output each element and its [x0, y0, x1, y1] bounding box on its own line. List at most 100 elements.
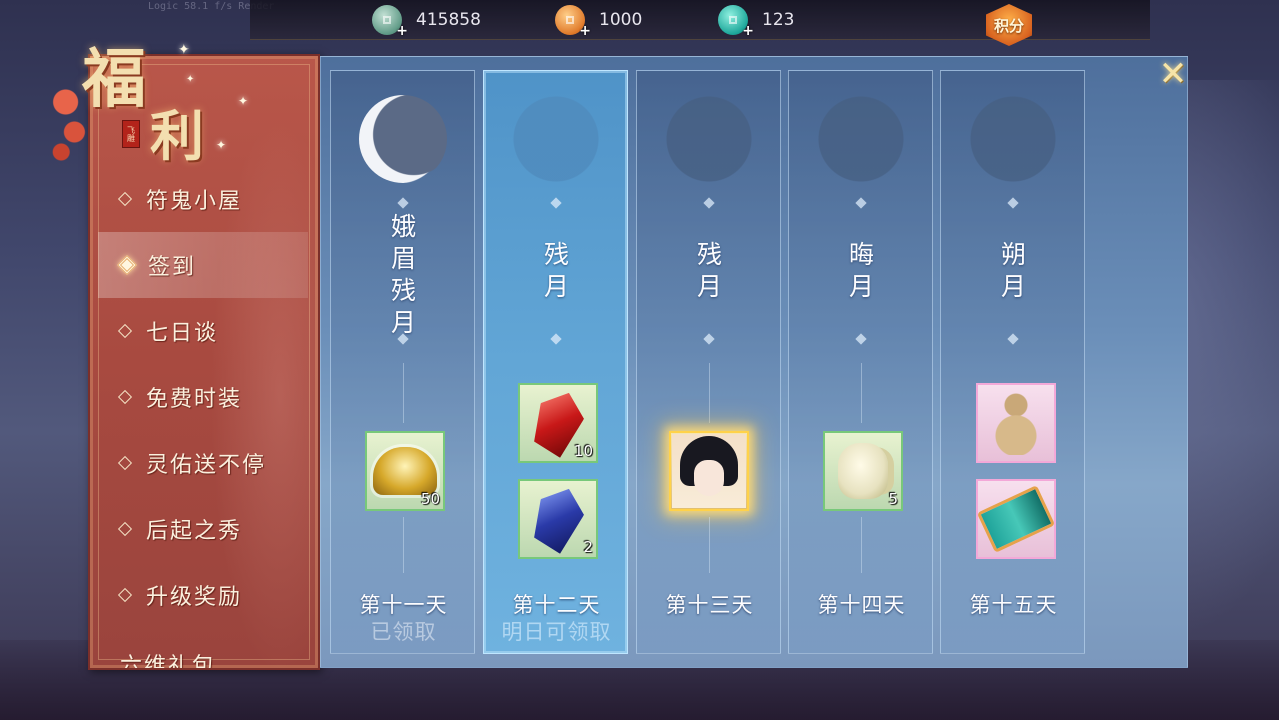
add-icon[interactable]: +	[742, 23, 754, 39]
diamond-icon	[117, 323, 133, 339]
day-card-14[interactable]: 晦 月 5 第十四天	[788, 70, 933, 654]
menu-item-rising-star[interactable]: 后起之秀	[98, 496, 308, 562]
menu-item-label: 灵佑送不停	[146, 453, 267, 478]
title-char-1: 福	[82, 42, 146, 117]
moon-phase-label: 朔 月	[941, 239, 1086, 303]
diamond-icon	[117, 389, 133, 405]
dark-moon-icon	[817, 95, 905, 183]
menu-item-level-reward[interactable]: 升级奖励	[98, 562, 308, 628]
incense-burner-icon	[373, 447, 437, 495]
gold-amount: 1000	[599, 10, 643, 30]
reward-item[interactable]: 50	[365, 431, 445, 511]
sparkle-icon: ✦	[178, 42, 190, 58]
divider-line	[403, 517, 404, 573]
teapot-icon	[838, 443, 888, 499]
diamond-icon	[117, 587, 133, 603]
diamond-icon	[117, 255, 137, 275]
crescent-moon-icon	[359, 95, 447, 183]
phase-char: 晦	[848, 240, 874, 269]
scroll-icon	[976, 485, 1056, 553]
reward-item[interactable]	[976, 479, 1056, 559]
moon-phase-label: 残 月	[637, 239, 782, 303]
reward-item[interactable]	[976, 383, 1056, 463]
menu-item-partial[interactable]: 六维礼包	[98, 628, 308, 668]
phase-char: 娥	[390, 212, 416, 241]
phase-char: 朔	[1000, 240, 1026, 269]
day-label: 第十一天	[359, 593, 448, 617]
day-card-11[interactable]: 娥 眉 残 月 50 第十一天 已领取	[330, 70, 475, 654]
jade-amount: 123	[762, 10, 795, 30]
phase-char: 残	[543, 240, 569, 269]
diamond-icon	[855, 197, 867, 209]
gold-currency[interactable]: + 1000	[555, 4, 643, 39]
day-label: 第十五天	[969, 593, 1058, 617]
add-icon[interactable]: +	[396, 23, 408, 39]
diamond-icon	[550, 333, 562, 345]
diamond-icon	[117, 521, 133, 537]
phase-char: 月	[543, 272, 569, 301]
phase-char: 眉	[390, 244, 416, 273]
claim-status: 明日可领取	[501, 620, 612, 644]
menu-item-lingyou[interactable]: 灵佑送不停	[98, 430, 308, 496]
item-quantity: 5	[888, 490, 898, 508]
diamond-icon	[397, 197, 409, 209]
day-label: 第十二天	[512, 593, 601, 617]
menu-item-seven-days[interactable]: 七日谈	[98, 298, 308, 364]
item-quantity: 10	[573, 442, 593, 460]
menu-item-free-fashion[interactable]: 免费时装	[98, 364, 308, 430]
phase-char: 月	[1000, 272, 1026, 301]
add-icon[interactable]: +	[579, 23, 591, 39]
copper-currency[interactable]: + 415858	[372, 4, 481, 39]
menu-item-label: 升级奖励	[146, 585, 243, 610]
menu-item-label: 后起之秀	[146, 519, 243, 544]
moon-phase-label: 残 月	[484, 239, 629, 303]
sparkle-icon: ✦	[238, 94, 249, 108]
phase-char: 月	[848, 272, 874, 301]
welfare-title: 福 飞雕 利 ✦ ✦ ✦ ✦	[70, 28, 248, 168]
phase-char: 残	[390, 276, 416, 305]
menu-item-label: 六维礼包	[120, 654, 217, 668]
phase-char: 残	[696, 240, 722, 269]
seal-stamp: 飞雕	[122, 120, 140, 148]
item-quantity: 2	[583, 538, 593, 556]
gourd-icon	[994, 391, 1038, 455]
day-card-15[interactable]: 朔 月 第十五天	[940, 70, 1085, 654]
divider-line	[861, 363, 862, 423]
reward-item[interactable]	[669, 431, 749, 511]
sparkle-icon: ✦	[186, 74, 195, 85]
moon-phase-label: 娥 眉 残 月	[331, 211, 476, 339]
dark-moon-icon	[969, 95, 1057, 183]
day-card-12[interactable]: 残 月 10 2 第十二天 明日可领取	[483, 70, 628, 654]
diamond-icon	[117, 455, 133, 471]
reward-item[interactable]: 10	[518, 383, 598, 463]
close-button[interactable]: ✕	[1154, 56, 1192, 92]
divider-line	[709, 363, 710, 423]
jade-currency[interactable]: + 123	[718, 4, 795, 39]
divider-line	[709, 517, 710, 573]
day-label: 第十三天	[665, 593, 754, 617]
diamond-icon	[1007, 197, 1019, 209]
diamond-icon	[703, 197, 715, 209]
reward-item[interactable]: 2	[518, 479, 598, 559]
reward-item[interactable]: 5	[823, 431, 903, 511]
claim-status: 已领取	[370, 620, 437, 644]
phase-char: 月	[696, 272, 722, 301]
menu-item-fugui-house[interactable]: 符鬼小屋	[98, 166, 308, 232]
divider-line	[403, 363, 404, 423]
menu-item-label: 免费时装	[146, 387, 243, 412]
copper-coin-icon: +	[372, 5, 408, 39]
welfare-menu: 符鬼小屋 签到 七日谈 免费时装 灵佑送不停 后起之秀 升级奖励 六维礼包	[98, 166, 308, 668]
diamond-icon	[1007, 333, 1019, 345]
moon-phase-label: 晦 月	[789, 239, 934, 303]
menu-item-label: 七日谈	[146, 321, 219, 346]
character-portrait-icon	[672, 434, 746, 508]
dark-moon-icon	[512, 95, 600, 183]
item-quantity: 50	[420, 490, 440, 508]
diamond-icon	[703, 333, 715, 345]
diamond-icon	[550, 197, 562, 209]
day-card-13[interactable]: 残 月 第十三天	[636, 70, 781, 654]
menu-item-sign-in[interactable]: 签到	[98, 232, 308, 298]
sparkle-icon: ✦	[216, 138, 227, 152]
day-label: 第十四天	[817, 593, 906, 617]
dark-moon-icon	[665, 95, 753, 183]
